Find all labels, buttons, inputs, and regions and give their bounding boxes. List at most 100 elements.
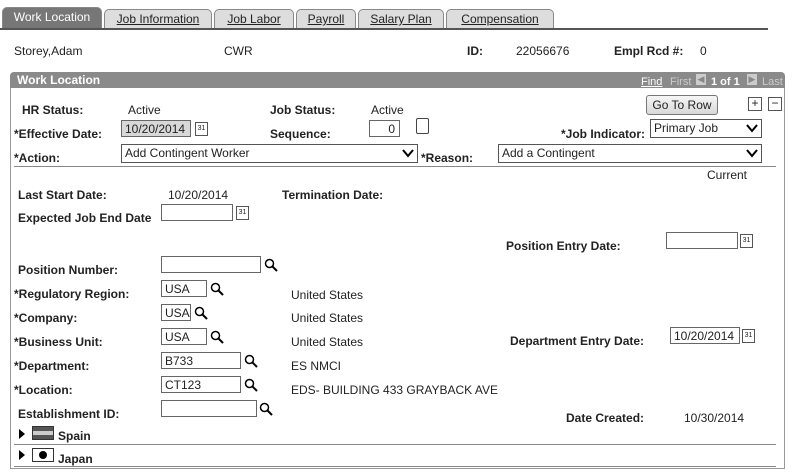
divider: [14, 466, 776, 467]
business-unit-label: *Business Unit:: [14, 335, 103, 349]
country-name: Spain: [58, 429, 91, 443]
tab-job-labor[interactable]: Job Labor: [214, 9, 294, 29]
position-number-field[interactable]: [161, 256, 261, 273]
empl-rcd-value: 0: [700, 44, 707, 58]
effective-date-field[interactable]: 10/20/2014: [121, 120, 191, 137]
calendar-icon[interactable]: 31: [740, 234, 753, 248]
id-label: ID:: [467, 44, 483, 58]
action-value: Add Contingent Worker: [125, 146, 250, 160]
business-unit-desc: United States: [291, 335, 364, 349]
tab-job-information[interactable]: Job Information: [104, 9, 212, 29]
last-start-date-value: 10/20/2014: [168, 188, 229, 202]
tab-label: Job Labor: [227, 12, 281, 26]
prev-arrow-icon: ◀: [696, 74, 706, 85]
regulatory-region-label: *Regulatory Region:: [14, 287, 130, 301]
department-entry-date-field[interactable]: 10/20/2014: [670, 327, 740, 344]
hr-status-label: HR Status:: [22, 103, 84, 117]
section-title: Work Location: [17, 73, 101, 87]
tab-salary-plan[interactable]: Salary Plan: [358, 9, 444, 29]
company-desc: United States: [291, 311, 364, 325]
reason-select[interactable]: Add a Contingent: [498, 144, 762, 163]
tab-underline: [0, 28, 768, 30]
location-field[interactable]: CT123: [161, 376, 241, 393]
sequence-label: Sequence:: [270, 127, 331, 141]
id-value: 22056676: [516, 44, 570, 58]
effective-date-label: *Effective Date:: [14, 127, 103, 141]
chevron-down-icon: [746, 124, 758, 133]
search-icon[interactable]: [259, 402, 273, 416]
chevron-down-icon: [746, 149, 758, 158]
establishment-id-field[interactable]: [161, 400, 257, 417]
calendar-icon[interactable]: 31: [236, 206, 249, 220]
sequence-field[interactable]: 0: [369, 120, 400, 137]
search-icon[interactable]: [210, 330, 224, 344]
position-entry-date-field[interactable]: [666, 232, 738, 249]
tab-label: Work Location: [13, 10, 91, 24]
delete-row-button[interactable]: −: [768, 97, 782, 111]
expand-arrow-icon[interactable]: [18, 429, 26, 439]
department-field[interactable]: B733: [161, 352, 241, 369]
position-entry-date-label: Position Entry Date:: [506, 239, 621, 253]
country-row-japan[interactable]: Japan: [18, 448, 218, 466]
tab-compensation[interactable]: Compensation: [446, 9, 554, 29]
action-select[interactable]: Add Contingent Worker: [121, 144, 418, 163]
date-created-value: 10/30/2014: [684, 411, 745, 425]
department-desc: ES NMCI: [291, 359, 342, 373]
department-label: *Department:: [14, 359, 90, 373]
search-icon[interactable]: [210, 282, 224, 296]
tab-label: Payroll: [307, 12, 345, 26]
find-link[interactable]: Find: [641, 76, 662, 88]
date-created-label: Date Created:: [566, 411, 645, 425]
spain-flag-icon: [32, 426, 54, 440]
tab-label: Compensation: [461, 12, 539, 26]
empl-rcd-label: Empl Rcd #:: [614, 44, 684, 58]
section-header: Work Location Find First ◀ 1 of 1 ▶ Last: [10, 72, 785, 88]
calendar-icon[interactable]: 31: [742, 329, 755, 343]
tab-work-location[interactable]: Work Location: [2, 7, 102, 29]
business-unit-field[interactable]: USA: [161, 328, 207, 345]
job-indicator-select[interactable]: Primary Job: [650, 119, 762, 138]
search-icon[interactable]: [244, 354, 258, 368]
job-status-label: Job Status:: [270, 103, 336, 117]
last-start-date-label: Last Start Date:: [18, 188, 107, 202]
expected-job-end-label: Expected Job End Date: [18, 211, 152, 225]
company-label: *Company:: [14, 311, 78, 325]
country-row-spain[interactable]: Spain: [18, 426, 218, 444]
country-name: Japan: [58, 452, 93, 466]
search-icon[interactable]: [244, 378, 258, 392]
employee-type: CWR: [224, 44, 253, 58]
next-arrow-icon: ▶: [747, 74, 757, 85]
tab-label: Job Information: [116, 12, 200, 26]
job-indicator-value: Primary Job: [654, 121, 719, 135]
establishment-id-label: Establishment ID:: [18, 407, 120, 421]
termination-date-label: Termination Date:: [282, 188, 384, 202]
search-icon[interactable]: [194, 306, 208, 320]
regulatory-region-field[interactable]: USA: [161, 280, 207, 297]
current-label: Current: [707, 168, 748, 182]
employee-name: Storey,Adam: [14, 44, 83, 58]
calendar-icon[interactable]: 31: [195, 122, 208, 136]
company-field[interactable]: USA: [161, 304, 191, 321]
department-entry-date-label: Department Entry Date:: [510, 334, 645, 348]
divider: [14, 166, 776, 167]
pager-text: 1 of 1: [711, 76, 740, 88]
document-icon[interactable]: [416, 118, 429, 134]
position-number-label: Position Number:: [18, 263, 119, 277]
first-link: First: [670, 76, 692, 88]
regulatory-region-desc: United States: [291, 288, 364, 302]
search-icon[interactable]: [264, 258, 278, 272]
reason-label: *Reason:: [421, 151, 474, 165]
japan-flag-icon: [32, 448, 54, 462]
tab-label: Salary Plan: [370, 12, 432, 26]
expand-arrow-icon[interactable]: [18, 450, 26, 460]
go-to-row-button[interactable]: Go To Row: [646, 95, 718, 115]
expected-job-end-field[interactable]: [161, 204, 233, 221]
location-desc: EDS- BUILDING 433 GRAYBACK AVE: [291, 383, 498, 397]
divider: [14, 444, 776, 445]
reason-value: Add a Contingent: [502, 146, 595, 160]
tab-payroll[interactable]: Payroll: [296, 9, 356, 29]
job-indicator-label: *Job Indicator:: [561, 127, 646, 141]
add-row-button[interactable]: +: [748, 97, 762, 111]
chevron-down-icon: [402, 149, 414, 158]
last-link: Last: [762, 76, 783, 88]
